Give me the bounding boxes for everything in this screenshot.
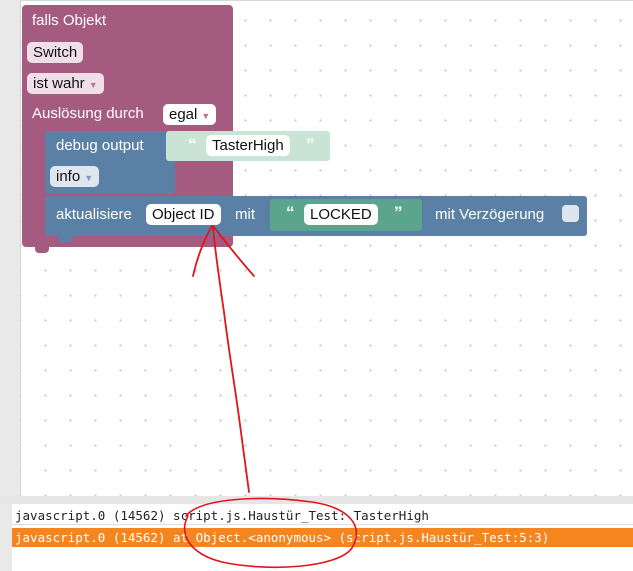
event-block-title: falls Objekt: [32, 12, 107, 29]
blockly-workspace[interactable]: falls Objekt Switch ist wahr ▼ Auslösung …: [0, 0, 633, 496]
triangle-down-icon: ▼: [201, 111, 211, 121]
update-block-connector: [58, 236, 72, 242]
open-quote-icon: “: [188, 135, 197, 154]
update-with-label: mit: [235, 206, 255, 223]
open-quote-icon: “: [286, 203, 295, 222]
event-condition-value: ist wahr: [33, 75, 85, 92]
delay-checkbox[interactable]: [562, 205, 579, 222]
toolbox-strip[interactable]: [0, 0, 21, 496]
close-quote-icon: ”: [306, 135, 315, 154]
event-block-connector: [35, 247, 49, 253]
trigger-value: egal: [169, 106, 198, 123]
log-panel-divider[interactable]: [0, 496, 633, 504]
debug-level-value: info: [56, 168, 81, 185]
update-object-field[interactable]: Object ID: [146, 204, 221, 225]
debug-text-value[interactable]: TasterHigh: [206, 135, 290, 156]
update-delay-label: mit Verzögerung: [435, 206, 545, 223]
debug-output-label: debug output: [56, 137, 144, 154]
workspace-top-border: [20, 0, 633, 1]
debug-text-block[interactable]: “ TasterHigh ”: [166, 131, 330, 161]
triangle-down-icon: ▼: [88, 80, 98, 90]
event-object-field[interactable]: Switch: [27, 42, 84, 63]
event-condition-dropdown[interactable]: ist wahr ▼: [27, 73, 104, 94]
update-text-value[interactable]: LOCKED: [304, 204, 378, 225]
log-row-error: javascript.0 (14562) at Object.<anonymou…: [12, 528, 633, 547]
trigger-dropdown[interactable]: egal ▼: [163, 104, 217, 125]
debug-level-dropdown[interactable]: info ▼: [50, 166, 100, 187]
close-quote-icon: ”: [394, 203, 403, 222]
update-text-block[interactable]: “ LOCKED ”: [270, 199, 422, 231]
update-label: aktualisiere: [56, 206, 132, 223]
log-row: javascript.0 (14562) script.js.Haustür_T…: [12, 506, 633, 525]
trigger-label: Auslösung durch: [32, 105, 144, 122]
triangle-down-icon: ▼: [84, 173, 94, 183]
